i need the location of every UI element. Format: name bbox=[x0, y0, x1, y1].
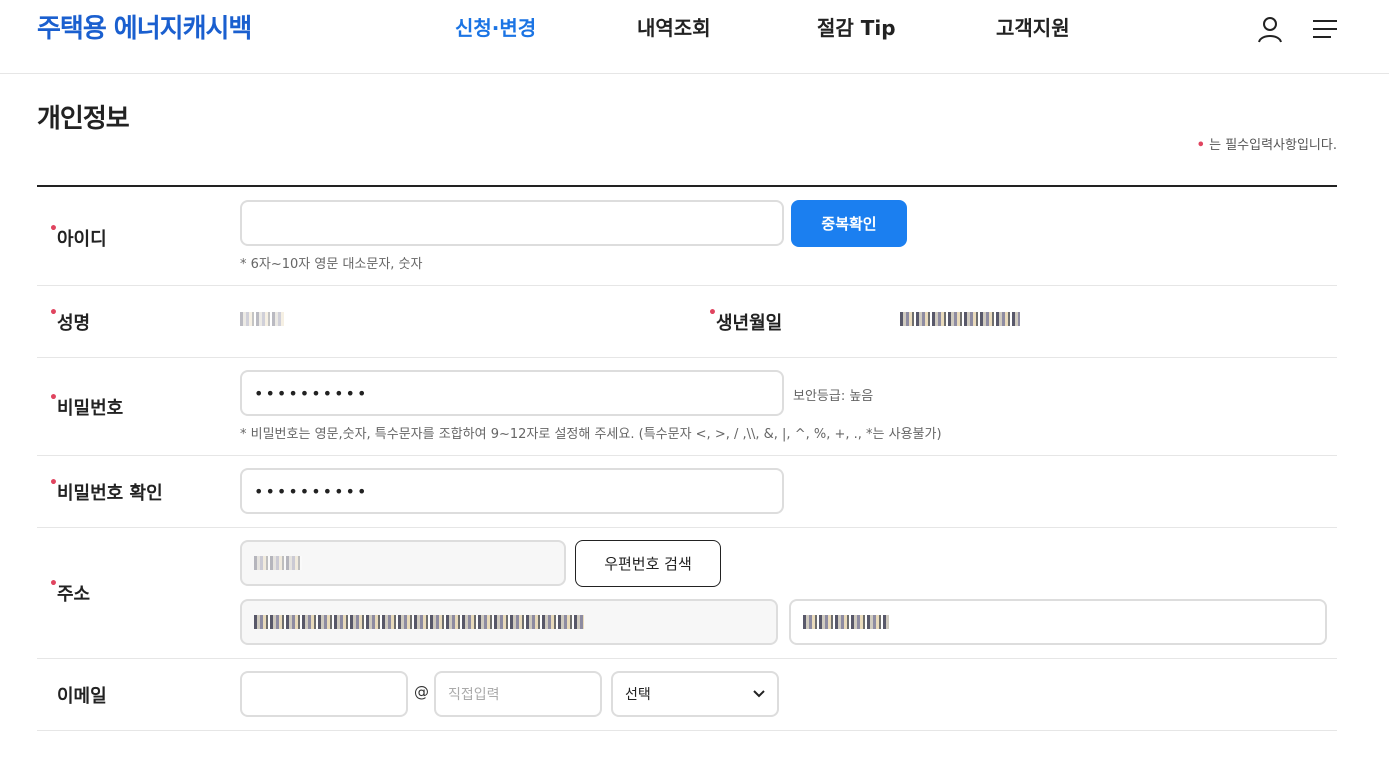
label-birth: • 생년월일 bbox=[708, 305, 783, 335]
address-main-input[interactable] bbox=[240, 599, 778, 645]
address-detail-value-masked bbox=[803, 615, 889, 629]
label-password: • 비밀번호 bbox=[49, 390, 124, 420]
row-password-confirm: • 비밀번호 확인 •••••••••• bbox=[37, 456, 1337, 528]
address-detail-input[interactable] bbox=[789, 599, 1327, 645]
label-id-text: 아이디 bbox=[57, 229, 107, 250]
required-dot: • bbox=[49, 305, 58, 321]
nav-tip[interactable]: 절감 Tip bbox=[817, 14, 896, 42]
label-email-text: 이메일 bbox=[57, 686, 107, 707]
row-name-birth: • 성명 • 생년월일 bbox=[37, 286, 1337, 358]
password-hint: * 비밀번호는 영문,숫자, 특수문자를 조합하여 9~12자로 설정해 주세요… bbox=[240, 427, 942, 442]
id-hint: * 6자~10자 영문 대소문자, 숫자 bbox=[240, 257, 423, 272]
label-password-confirm-text: 비밀번호 확인 bbox=[57, 483, 163, 504]
label-email: 이메일 bbox=[57, 682, 107, 708]
label-password-text: 비밀번호 bbox=[57, 398, 124, 419]
chevron-down-icon bbox=[753, 686, 765, 702]
row-address: • 주소 우편번호 검색 bbox=[37, 528, 1337, 659]
zipcode-search-button[interactable]: 우편번호 검색 bbox=[575, 540, 721, 587]
address-main-value-masked bbox=[254, 615, 584, 629]
label-name: • 성명 bbox=[49, 305, 91, 335]
nav-apply[interactable]: 신청·변경 bbox=[455, 14, 536, 42]
label-birth-text: 생년월일 bbox=[716, 313, 783, 334]
email-domain-input[interactable]: 직접입력 bbox=[434, 671, 602, 717]
zipcode-input[interactable] bbox=[240, 540, 566, 586]
required-dot: • bbox=[49, 390, 58, 406]
required-note: • 는 필수입력사항입니다. bbox=[1197, 134, 1337, 153]
nav-history[interactable]: 내역조회 bbox=[637, 14, 711, 42]
label-address: • 주소 bbox=[49, 576, 91, 606]
check-duplicate-button[interactable]: 중복확인 bbox=[791, 200, 907, 247]
row-id: • 아이디 중복확인 * 6자~10자 영문 대소문자, 숫자 bbox=[37, 187, 1337, 286]
page-title: 개인정보 bbox=[37, 104, 130, 134]
zipcode-value-masked bbox=[254, 556, 302, 570]
required-note-text: 는 필수입력사항입니다. bbox=[1209, 138, 1337, 153]
site-logo[interactable]: 주택용 에너지캐시백 bbox=[37, 12, 252, 46]
password-confirm-input[interactable]: •••••••••• bbox=[240, 468, 784, 514]
email-local-input[interactable] bbox=[240, 671, 408, 717]
name-value-masked bbox=[240, 312, 284, 326]
email-at-sign: @ bbox=[414, 683, 429, 701]
user-icon[interactable] bbox=[1255, 14, 1285, 44]
site-header: 주택용 에너지캐시백 신청·변경 내역조회 절감 Tip 고객지원 bbox=[0, 0, 1389, 74]
birth-value-masked bbox=[900, 312, 1020, 326]
label-name-text: 성명 bbox=[57, 313, 91, 334]
required-dot: • bbox=[49, 221, 58, 237]
required-dot: • bbox=[708, 305, 717, 321]
label-password-confirm: • 비밀번호 확인 bbox=[49, 475, 163, 505]
label-address-text: 주소 bbox=[57, 584, 91, 605]
required-dot: • bbox=[1196, 138, 1205, 153]
email-domain-select[interactable]: 선택 bbox=[611, 671, 779, 717]
label-id: • 아이디 bbox=[49, 221, 107, 251]
row-email: 이메일 @ 직접입력 선택 bbox=[37, 659, 1337, 731]
row-password: • 비밀번호 •••••••••• 보안등급: 높음 * 비밀번호는 영문,숫자… bbox=[37, 358, 1337, 456]
password-strength: 보안등급: 높음 bbox=[793, 389, 874, 404]
required-dot: • bbox=[49, 576, 58, 592]
id-input[interactable] bbox=[240, 200, 784, 246]
nav-support[interactable]: 고객지원 bbox=[996, 14, 1070, 42]
password-input[interactable]: •••••••••• bbox=[240, 370, 784, 416]
email-domain-select-value: 선택 bbox=[625, 687, 651, 703]
required-dot: • bbox=[49, 475, 58, 491]
menu-icon[interactable] bbox=[1311, 14, 1341, 44]
